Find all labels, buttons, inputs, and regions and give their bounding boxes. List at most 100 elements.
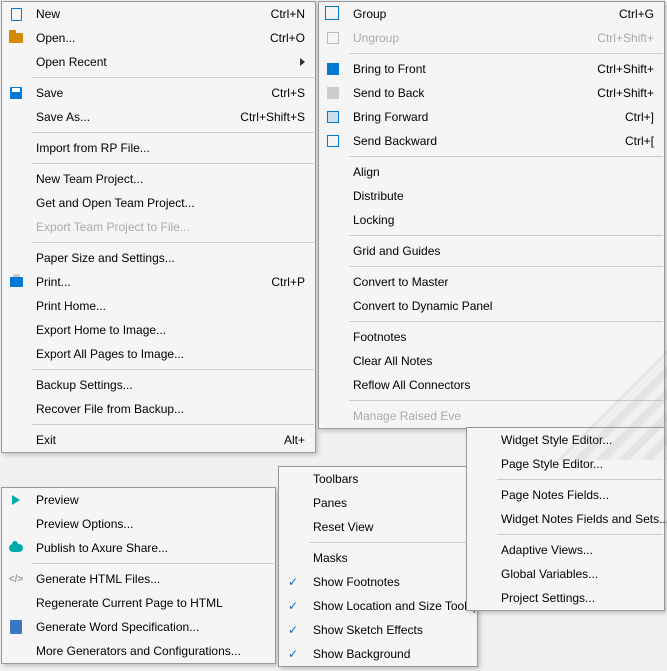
menu-item-label: Toolbars: [307, 472, 467, 486]
menu-item-shortcut: Ctrl+N: [251, 7, 305, 21]
icon-slot: [2, 488, 30, 512]
menu-item[interactable]: Widget Notes Fields and Sets...: [467, 507, 664, 531]
icon-slot: ✓: [279, 594, 307, 618]
menu-item[interactable]: Align: [319, 160, 664, 184]
menu-item[interactable]: ✓Show Footnotes: [279, 570, 477, 594]
icon-slot: [2, 191, 30, 215]
icon-slot: [319, 404, 347, 428]
menu-item[interactable]: Recover File from Backup...: [2, 397, 315, 421]
openfolder-icon: [9, 33, 23, 43]
menu-item[interactable]: Toolbars: [279, 467, 477, 491]
menu-item[interactable]: Regenerate Current Page to HTML: [2, 591, 275, 615]
menu-item[interactable]: Bring to FrontCtrl+Shift+: [319, 57, 664, 81]
menu-item-label: Footnotes: [347, 330, 654, 344]
publish-menu: PreviewPreview Options...Publish to Axur…: [1, 487, 276, 664]
menu-item[interactable]: </>Generate HTML Files...: [2, 567, 275, 591]
menu-item-label: More Generators and Configurations...: [30, 644, 265, 658]
icon-slot: [467, 483, 495, 507]
menu-item[interactable]: Reset View: [279, 515, 477, 539]
icon-slot: [467, 586, 495, 610]
menu-item[interactable]: Distribute: [319, 184, 664, 208]
menu-separator: [349, 321, 663, 322]
menu-item[interactable]: Generate Word Specification...: [2, 615, 275, 639]
menu-item[interactable]: Backup Settings...: [2, 373, 315, 397]
menu-item-shortcut: Ctrl+[: [605, 134, 654, 148]
menu-item[interactable]: SaveCtrl+S: [2, 81, 315, 105]
menu-item-label: Distribute: [347, 189, 654, 203]
menu-item[interactable]: GroupCtrl+G: [319, 2, 664, 26]
menu-item[interactable]: New Team Project...: [2, 167, 315, 191]
back-icon: [327, 87, 339, 99]
menu-item-label: Send Backward: [347, 134, 605, 148]
icon-slot: ✓: [279, 570, 307, 594]
menu-item[interactable]: Preview: [2, 488, 275, 512]
icon-slot: [2, 2, 30, 26]
menu-item[interactable]: Locking: [319, 208, 664, 232]
menu-item[interactable]: Print...Ctrl+P: [2, 270, 315, 294]
menu-item-label: Show Sketch Effects: [307, 623, 467, 637]
menu-item[interactable]: Panes: [279, 491, 477, 515]
menu-item-label: Paper Size and Settings...: [30, 251, 305, 265]
menu-item[interactable]: Open Recent: [2, 50, 315, 74]
menu-item-label: Export Team Project to File...: [30, 220, 305, 234]
icon-slot: [467, 452, 495, 476]
icon-slot: [2, 26, 30, 50]
menu-item[interactable]: Send to BackCtrl+Shift+: [319, 81, 664, 105]
menu-item[interactable]: Convert to Master: [319, 270, 664, 294]
menu-item-label: Reset View: [307, 520, 467, 534]
menu-item-label: Print...: [30, 275, 251, 289]
menu-item[interactable]: Reflow All Connectors: [319, 373, 664, 397]
menu-item[interactable]: Open...Ctrl+O: [2, 26, 315, 50]
icon-slot: [319, 2, 347, 26]
newfile-icon: [11, 8, 22, 21]
menu-item[interactable]: Convert to Dynamic Panel: [319, 294, 664, 318]
menu-item[interactable]: Widget Style Editor...: [467, 428, 664, 452]
menu-item[interactable]: Clear All Notes: [319, 349, 664, 373]
icon-slot: [2, 246, 30, 270]
icon-slot: [2, 105, 30, 129]
menu-item[interactable]: More Generators and Configurations...: [2, 639, 275, 663]
menu-item[interactable]: ✓Show Background: [279, 642, 477, 666]
menu-item[interactable]: Send BackwardCtrl+[: [319, 129, 664, 153]
print-icon: [10, 277, 23, 287]
menu-item[interactable]: Export Home to Image...: [2, 318, 315, 342]
menu-item[interactable]: Footnotes: [319, 325, 664, 349]
menu-item[interactable]: Import from RP File...: [2, 136, 315, 160]
menu-item[interactable]: Print Home...: [2, 294, 315, 318]
menu-item[interactable]: Page Notes Fields...: [467, 483, 664, 507]
menu-item[interactable]: Grid and Guides: [319, 239, 664, 263]
menu-item[interactable]: ExitAlt+: [2, 428, 315, 452]
icon-slot: [2, 318, 30, 342]
menu-item-label: Import from RP File...: [30, 141, 305, 155]
icon-slot: [279, 546, 307, 570]
menu-item[interactable]: Adaptive Views...: [467, 538, 664, 562]
menu-item[interactable]: Global Variables...: [467, 562, 664, 586]
icon-slot: [319, 208, 347, 232]
icon-slot: [319, 160, 347, 184]
menu-item[interactable]: Paper Size and Settings...: [2, 246, 315, 270]
menu-item[interactable]: NewCtrl+N: [2, 2, 315, 26]
checkmark-icon: ✓: [288, 575, 298, 589]
icon-slot: [2, 50, 30, 74]
menu-item[interactable]: Get and Open Team Project...: [2, 191, 315, 215]
menu-separator: [349, 400, 663, 401]
menu-item[interactable]: Export All Pages to Image...: [2, 342, 315, 366]
menu-item-label: Print Home...: [30, 299, 305, 313]
menu-item[interactable]: ✓Show Location and Size Tooltip: [279, 594, 477, 618]
menu-item[interactable]: Page Style Editor...: [467, 452, 664, 476]
menu-item-label: Global Variables...: [495, 567, 654, 581]
menu-item[interactable]: Bring ForwardCtrl+]: [319, 105, 664, 129]
menu-item[interactable]: Masks: [279, 546, 477, 570]
menu-item[interactable]: Save As...Ctrl+Shift+S: [2, 105, 315, 129]
menu-item-label: Ungroup: [347, 31, 577, 45]
menu-item-label: Grid and Guides: [347, 244, 654, 258]
menu-item-label: Open...: [30, 31, 250, 45]
menu-item[interactable]: ✓Show Sketch Effects: [279, 618, 477, 642]
icon-slot: [467, 428, 495, 452]
icon-slot: ✓: [279, 618, 307, 642]
menu-separator: [32, 77, 314, 78]
menu-item[interactable]: Preview Options...: [2, 512, 275, 536]
menu-item[interactable]: Project Settings...: [467, 586, 664, 610]
menu-item-label: Panes: [307, 496, 467, 510]
menu-item[interactable]: Publish to Axure Share...: [2, 536, 275, 560]
